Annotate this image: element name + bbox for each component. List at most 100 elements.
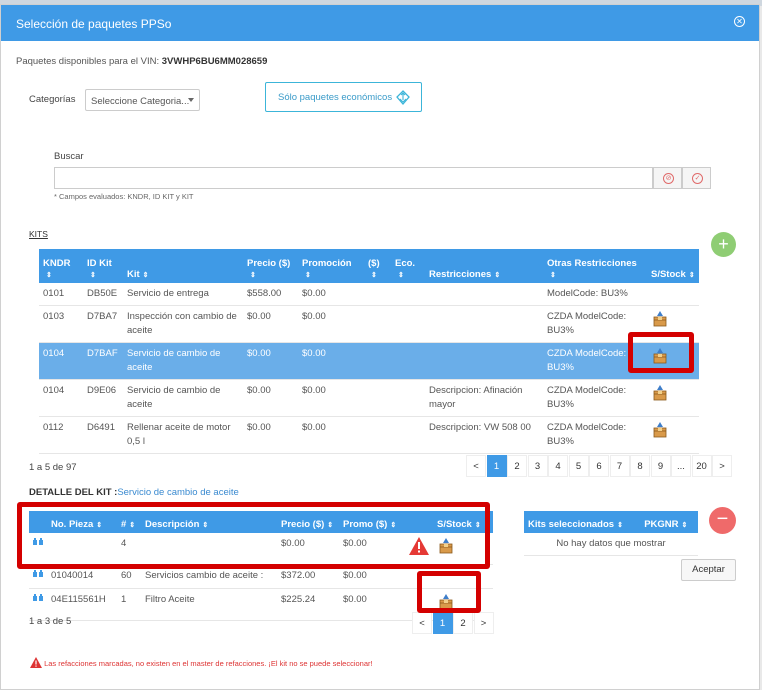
- col-precio[interactable]: Precio ($)⇕: [243, 249, 298, 283]
- promocion-cell: $0.00: [298, 283, 364, 306]
- apply-search-button[interactable]: ✓: [682, 167, 711, 189]
- page-button[interactable]: 7: [609, 455, 630, 477]
- amount-cell: [364, 305, 391, 343]
- sort-icon[interactable]: ⇕: [689, 271, 695, 279]
- sort-icon[interactable]: ⇕: [550, 271, 556, 279]
- warning-message: Las refacciones marcadas, no existen en …: [30, 657, 373, 668]
- highlight-detail-row: [17, 502, 490, 569]
- close-icon[interactable]: ✕: [734, 16, 745, 27]
- highlight-kit-stock: [628, 332, 694, 373]
- precio-cell: $0.00: [243, 342, 298, 380]
- detail-count: 1 a 3 de 5: [29, 616, 72, 627]
- eco-cell: [391, 305, 425, 343]
- remove-kit-button[interactable]: −: [709, 507, 736, 534]
- col-id-kit[interactable]: ID Kit⇕: [83, 249, 123, 283]
- promocion-cell: $0.00: [298, 379, 364, 417]
- accept-button[interactable]: Aceptar: [681, 559, 736, 581]
- table-row[interactable]: 0103 D7BA7 Inspección con cambio de aceite…: [39, 305, 699, 343]
- stock-box-icon[interactable]: [651, 385, 669, 405]
- clear-search-button[interactable]: ⊘: [653, 167, 682, 189]
- sort-icon[interactable]: ⇕: [617, 521, 623, 529]
- table-row[interactable]: 0104 D7BAF Servicio de cambio de aceite $0.…: [39, 342, 699, 380]
- categories-label: Categorías: [29, 94, 76, 105]
- clear-icon: ⊘: [663, 173, 674, 184]
- sort-icon[interactable]: ⇕: [250, 271, 256, 279]
- col-restricciones[interactable]: Restricciones ⇕: [425, 249, 543, 283]
- page-button[interactable]: 2: [453, 612, 473, 634]
- page-button[interactable]: 6: [589, 455, 609, 477]
- page-button[interactable]: 1: [486, 455, 507, 477]
- col-s-stock[interactable]: S/Stock ⇕: [647, 249, 699, 283]
- precio-cell: $225.24: [277, 588, 339, 621]
- col-amount[interactable]: ($)⇕: [364, 249, 391, 283]
- sort-icon[interactable]: ⇕: [305, 271, 311, 279]
- kit-detail-prefix: DETALLE DEL KIT :: [29, 487, 118, 498]
- page-button[interactable]: 1: [432, 612, 453, 634]
- sort-icon[interactable]: ⇕: [90, 271, 96, 279]
- col-kndr[interactable]: KNDR⇕: [39, 249, 83, 283]
- descripcion-cell: Filtro Aceite: [141, 588, 277, 621]
- stock-cell: [647, 379, 699, 417]
- prev-page-button[interactable]: <: [412, 612, 432, 634]
- category-select[interactable]: Seleccione Categoria...: [85, 89, 200, 111]
- selected-kits-table: Kits seleccionados ⇕ PKGNR ⇕ No hay datos …: [524, 511, 698, 556]
- sort-icon[interactable]: ⇕: [371, 271, 377, 279]
- page-button[interactable]: 5: [568, 455, 589, 477]
- col-pkgnr[interactable]: PKGNR ⇕: [640, 511, 698, 533]
- package-selection-modal: Selección de paquetes PPSo ✕ Paquetes di…: [0, 4, 760, 690]
- stock-cell: [647, 416, 699, 454]
- table-row[interactable]: 0104 D9E06 Servicio de cambio de aceite $0.…: [39, 379, 699, 417]
- warning-icon: [30, 657, 42, 668]
- promo-cell: $0.00: [339, 588, 405, 621]
- kit-detail-label: DETALLE DEL KIT :Servicio de cambio de a…: [29, 487, 239, 498]
- next-page-button[interactable]: >: [712, 455, 732, 477]
- next-page-button[interactable]: >: [473, 612, 494, 634]
- page-button[interactable]: 8: [630, 455, 650, 477]
- page-button[interactable]: 3: [527, 455, 548, 477]
- id-kit-cell: D7BA7: [83, 305, 123, 343]
- page-button[interactable]: ...: [671, 455, 691, 477]
- economic-packages-button[interactable]: Sólo paquetes económicos: [265, 82, 422, 112]
- kits-count: 1 a 5 de 97: [29, 462, 77, 473]
- stock-box-icon[interactable]: [651, 311, 669, 331]
- kndr-cell: 0104: [39, 342, 83, 380]
- amount-cell: [364, 379, 391, 417]
- table-row[interactable]: 0101 DB50E Servicio de entrega $558.00 $0.00…: [39, 283, 699, 306]
- restricciones-cell: Descripcion: VW 508 00: [425, 416, 543, 454]
- col-promocion[interactable]: Promoción⇕: [298, 249, 364, 283]
- prev-page-button[interactable]: <: [466, 455, 486, 477]
- col-kit[interactable]: Kit ⇕: [123, 249, 243, 283]
- sort-icon[interactable]: ⇕: [494, 271, 500, 279]
- kndr-cell: 0103: [39, 305, 83, 343]
- sort-icon[interactable]: ⇕: [143, 271, 149, 279]
- amount-cell: [364, 283, 391, 306]
- modal-header: Selección de paquetes PPSo ✕: [1, 5, 759, 41]
- id-kit-cell: DB50E: [83, 283, 123, 306]
- vin-label: Paquetes disponibles para el VIN:: [16, 56, 160, 67]
- precio-cell: $0.00: [243, 305, 298, 343]
- id-kit-cell: D6491: [83, 416, 123, 454]
- sort-icon[interactable]: ⇕: [682, 521, 688, 529]
- sort-icon[interactable]: ⇕: [46, 271, 52, 279]
- vin-value: 3VWHP6BU6MM028659: [161, 56, 268, 67]
- table-row[interactable]: 0112 D6491 Rellenar aceite de motor 0,5 l $…: [39, 416, 699, 454]
- search-label: Buscar: [54, 151, 84, 162]
- col-kits-seleccionados[interactable]: Kits seleccionados ⇕: [524, 511, 641, 533]
- page-button[interactable]: 20: [691, 455, 712, 477]
- eco-cell: [391, 379, 425, 417]
- restricciones-cell: [425, 283, 543, 306]
- page-button[interactable]: 4: [548, 455, 568, 477]
- col-otras-restricciones[interactable]: Otras Restricciones⇕: [543, 249, 647, 283]
- economic-package-icon: [395, 90, 411, 109]
- stock-box-icon[interactable]: [651, 422, 669, 442]
- page-button[interactable]: 2: [507, 455, 527, 477]
- col-eco[interactable]: Eco.⇕: [391, 249, 425, 283]
- sort-icon[interactable]: ⇕: [398, 271, 404, 279]
- add-kit-button[interactable]: +: [711, 232, 736, 257]
- search-input[interactable]: [54, 167, 653, 189]
- kndr-cell: 0112: [39, 416, 83, 454]
- kits-table: KNDR⇕ ID Kit⇕ Kit ⇕ Precio ($)⇕ Promoción…: [39, 249, 699, 454]
- empty-message: No hay datos que mostrar: [524, 533, 698, 556]
- kit-cell: Servicio de entrega: [123, 283, 243, 306]
- page-button[interactable]: 9: [650, 455, 671, 477]
